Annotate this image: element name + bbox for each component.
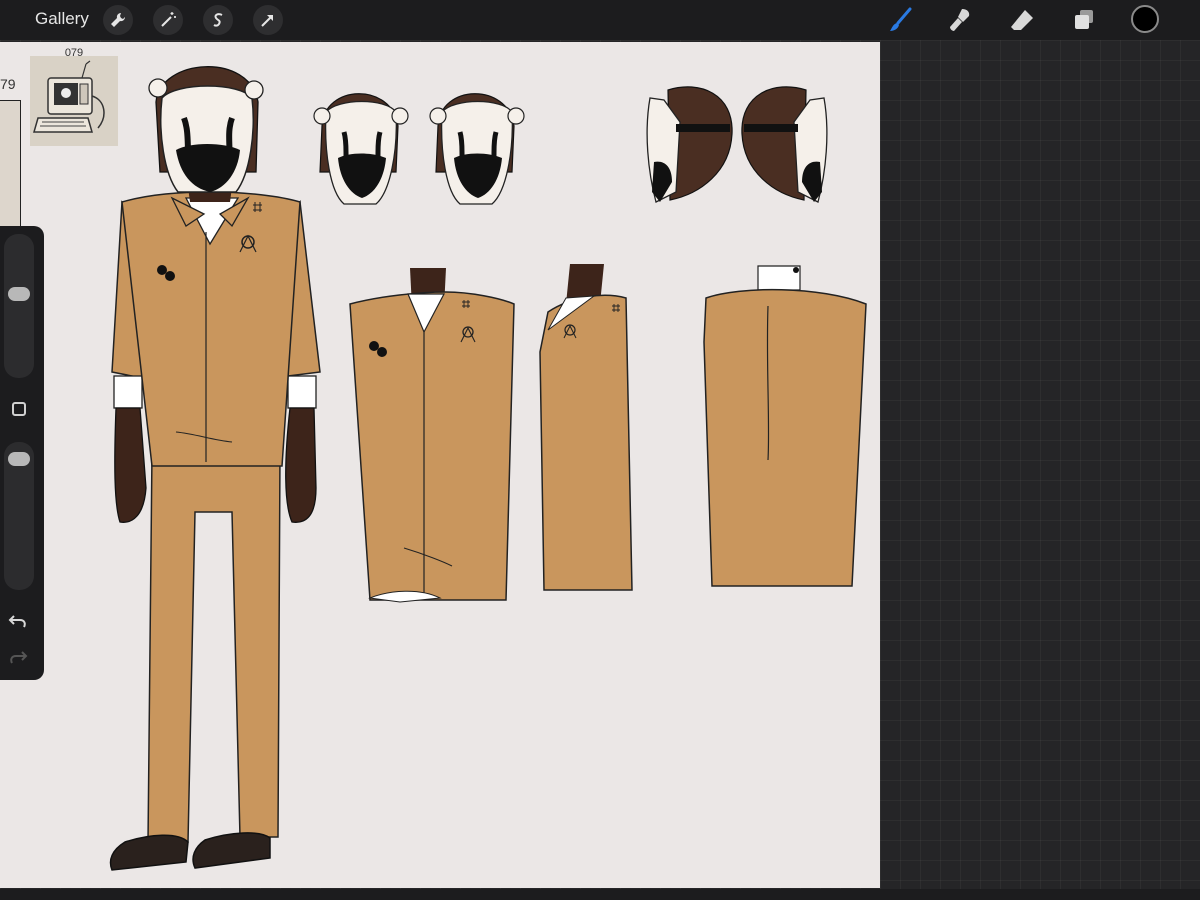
jacket-front-view (349, 268, 515, 603)
color-picker-swatch[interactable] (1131, 5, 1159, 33)
brush-size-slider[interactable] (4, 234, 34, 378)
bottom-strip (0, 889, 1200, 900)
gallery-button[interactable]: Gallery (35, 9, 89, 29)
brush-size-slider-handle[interactable] (8, 286, 30, 301)
jacket-side-view (539, 264, 633, 591)
top-toolbar: Gallery (0, 0, 1200, 40)
head-front-view-1 (313, 93, 409, 205)
brush-opacity-slider-handle[interactable] (8, 452, 30, 467)
smudge-icon[interactable] (945, 5, 975, 35)
head-side-view-right (741, 86, 828, 203)
head-front-view-2 (429, 93, 525, 205)
magic-wand-icon[interactable] (153, 5, 183, 35)
jacket-back-view (703, 265, 867, 587)
wrench-icon[interactable] (103, 5, 133, 35)
full-body-figure (109, 66, 321, 871)
character-sheet-artwork (109, 66, 867, 871)
modify-button[interactable] (12, 402, 26, 416)
eraser-icon[interactable] (1007, 5, 1037, 35)
brush-sidebar (0, 226, 44, 680)
brush-opacity-slider[interactable] (4, 442, 34, 590)
transform-arrow-icon[interactable] (253, 5, 283, 35)
brush-icon[interactable] (885, 5, 915, 35)
undo-icon[interactable] (6, 610, 30, 634)
selection-icon[interactable] (203, 5, 233, 35)
layers-icon[interactable] (1069, 5, 1099, 35)
drawing-canvas[interactable]: 79 079 (0, 42, 880, 888)
redo-icon[interactable] (6, 646, 30, 670)
head-side-view-left (646, 86, 733, 203)
